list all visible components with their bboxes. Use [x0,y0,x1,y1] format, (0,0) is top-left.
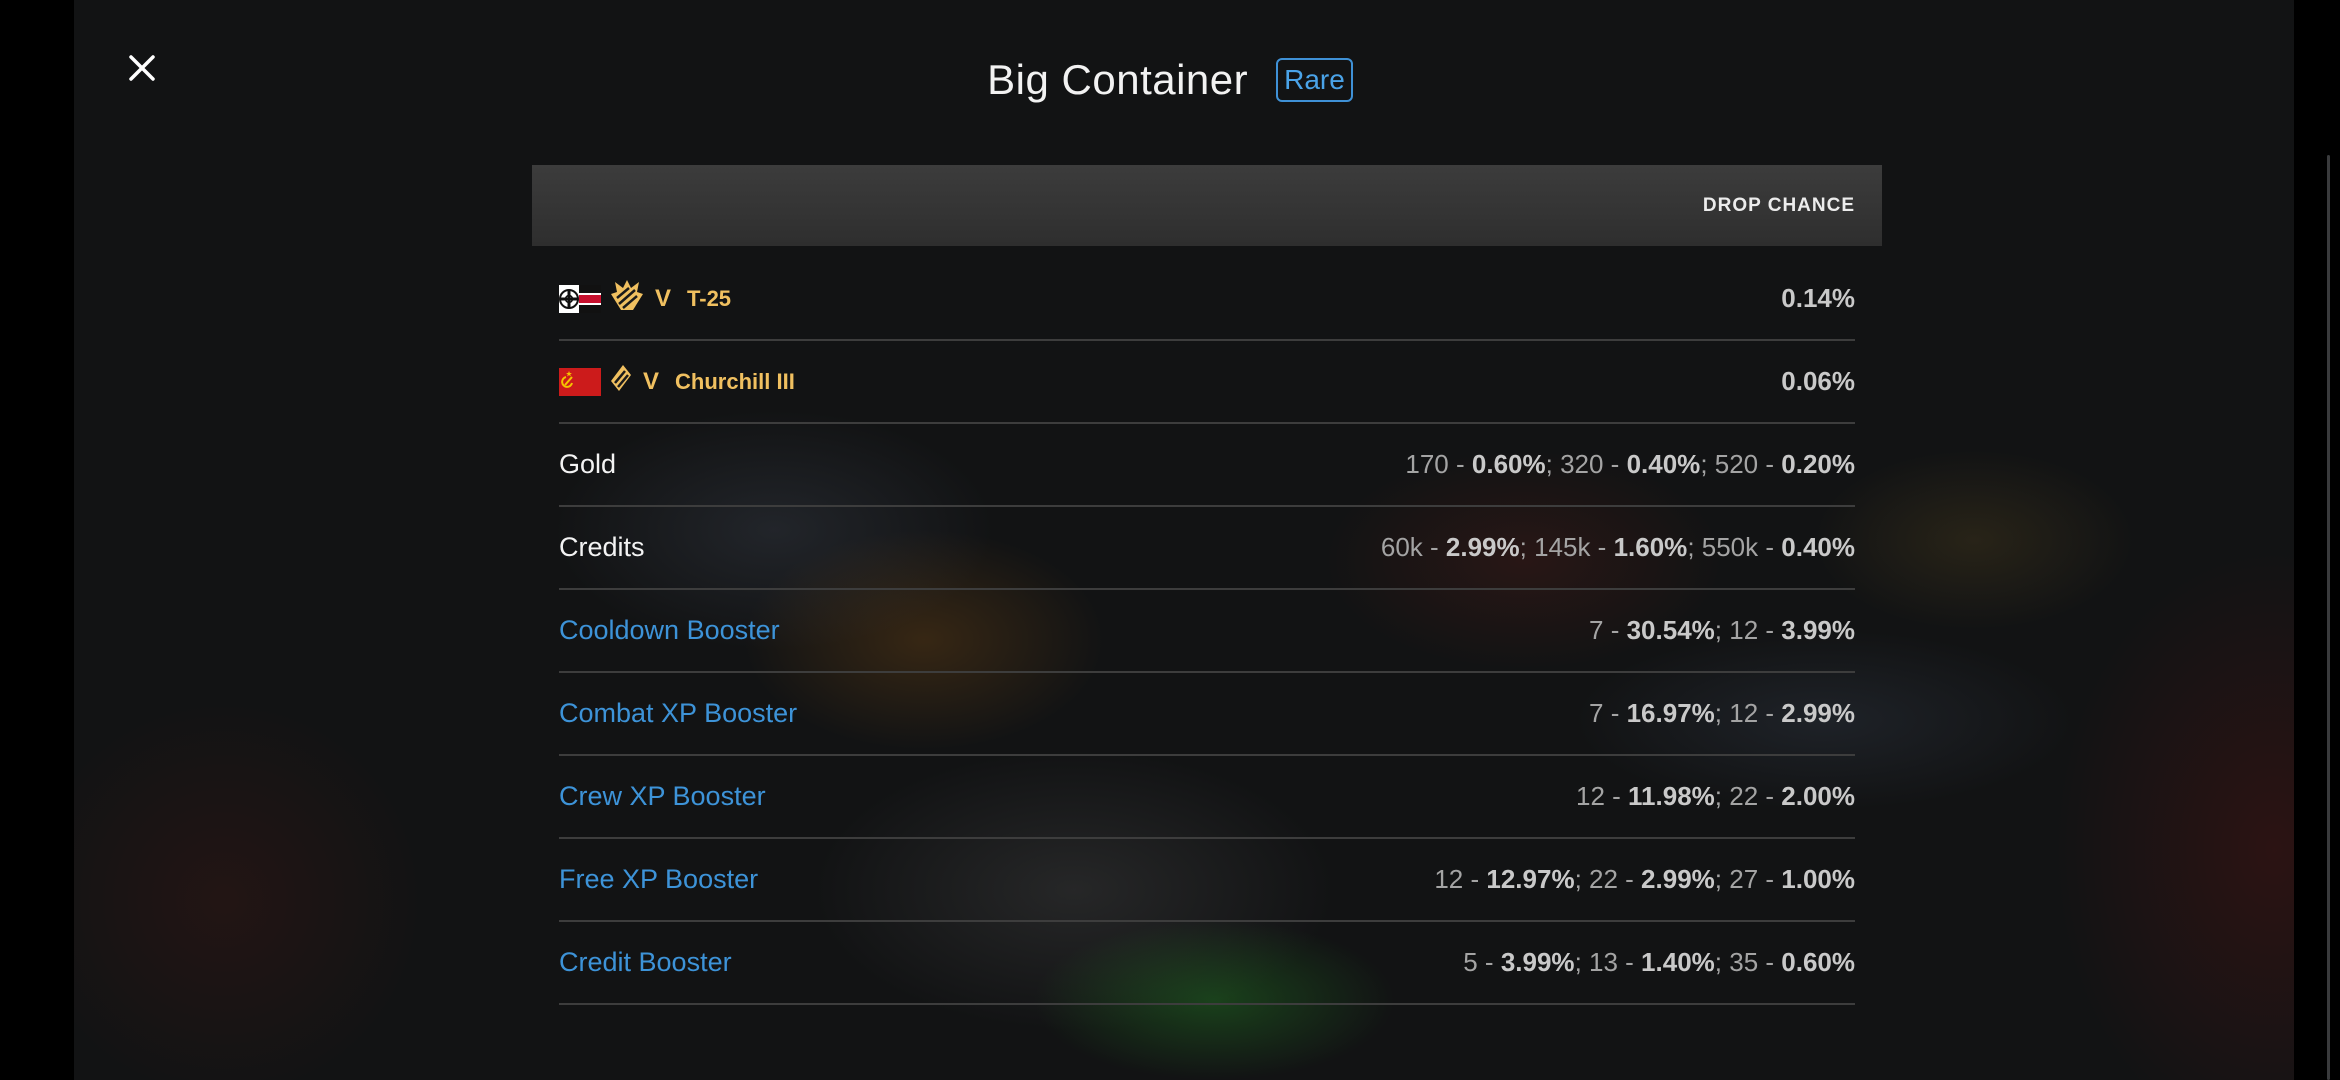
reward-amount: 320 - [1560,449,1627,479]
drop-chance-value: 0.14% [1781,283,1855,314]
table-header: DROP CHANCE [532,165,1882,246]
reward-row[interactable]: Free XP Booster 12 - 12.97%; 22 - 2.99%; … [559,839,1855,922]
separator: ; [1545,449,1561,479]
chance-percent: 2.99% [1781,698,1855,728]
reward-amount: 7 - [1589,698,1627,728]
row-label: Combat XP Booster [559,698,797,729]
reward-amount: 7 - [1589,615,1627,645]
row-label: Free XP Booster [559,864,758,895]
chance-percent: 0.14% [1781,283,1855,313]
reward-amount: 22 - [1589,864,1642,894]
reward-row[interactable]: Gold 170 - 0.60%; 320 - 0.40%; 520 - 0.20… [559,424,1855,507]
reward-amount: 12 - [1729,698,1782,728]
chance-percent: 0.06% [1781,366,1855,396]
reward-row[interactable]: Credit Booster 5 - 3.99%; 13 - 1.40%; 35 … [559,922,1855,1005]
tank-destroyer-class-icon [609,278,645,319]
chance-percent: 11.98% [1628,781,1715,811]
germany-flag-icon [559,284,601,313]
chance-percent: 0.40% [1626,449,1701,479]
tank-name: Churchill III [675,368,795,394]
drop-chance-value: 12 - 12.97%; 22 - 2.99%; 27 - 1.00% [1434,864,1855,895]
dialog-header: Big Container Rare [0,40,2340,120]
reward-name: Free XP Booster [559,864,759,894]
separator: ; [1519,532,1535,562]
reward-amount: 12 - [1576,781,1629,811]
chance-percent: 2.00% [1781,781,1855,811]
drop-chance-value: 7 - 16.97%; 12 - 2.99% [1589,698,1855,729]
chance-percent: 0.60% [1471,449,1546,479]
separator: ; [1714,615,1730,645]
reward-name: Combat XP Booster [559,698,798,728]
tank-row[interactable]: V T-25 0.14% [559,258,1855,341]
chance-percent: 12.97% [1486,864,1575,894]
ussr-flag-icon [559,367,601,396]
drop-chance-value: 170 - 0.60%; 320 - 0.40%; 520 - 0.20% [1405,449,1855,480]
separator: ; [1714,947,1730,977]
row-label: Credit Booster [559,947,732,978]
tank-row[interactable]: V Churchill III 0.06% [559,341,1855,424]
rarity-badge: Rare [1276,58,1353,102]
reward-name: Credit Booster [559,947,732,977]
separator: ; [1714,781,1730,811]
chance-percent: 0.20% [1781,449,1855,479]
chance-percent: 1.40% [1641,947,1715,977]
reward-name: Crew XP Booster [559,781,766,811]
drop-chance-column-header: DROP CHANCE [1702,194,1855,216]
chance-percent: 0.40% [1781,532,1855,562]
reward-amount: 60k - [1380,532,1446,562]
page-title: Big Container [987,56,1249,103]
reward-amount: 22 - [1729,781,1782,811]
drop-chance-value: 12 - 11.98%; 22 - 2.00% [1576,781,1855,812]
reward-row[interactable]: Combat XP Booster 7 - 16.97%; 12 - 2.99% [559,673,1855,756]
reward-amount: 145k - [1534,532,1614,562]
tank-name: T-25 [687,285,732,311]
drop-chance-value: 7 - 30.54%; 12 - 3.99% [1589,615,1855,646]
reward-amount: 520 - [1714,449,1782,479]
row-label: V T-25 [559,278,731,319]
chance-percent: 1.00% [1781,864,1855,894]
reward-row[interactable]: Cooldown Booster 7 - 30.54%; 12 - 3.99% [559,590,1855,673]
row-label: Credits [559,532,645,563]
reward-amount: 550k - [1701,532,1782,562]
reward-amount: 5 - [1463,947,1501,977]
drop-chance-value: 5 - 3.99%; 13 - 1.40%; 35 - 0.60% [1463,947,1855,978]
row-label: V Churchill III [559,363,795,400]
reward-name: Cooldown Booster [559,615,780,645]
reward-amount: 13 - [1589,947,1642,977]
separator: ; [1700,449,1715,479]
heavy-tank-class-icon [609,363,633,400]
reward-amount: 27 - [1729,864,1782,894]
reward-name: Gold [559,449,617,479]
separator: ; [1714,698,1730,728]
drop-chance-value: 60k - 2.99%; 145k - 1.60%; 550k - 0.40% [1381,532,1855,563]
chance-percent: 3.99% [1500,947,1575,977]
reward-row[interactable]: Credits 60k - 2.99%; 145k - 1.60%; 550k -… [559,507,1855,590]
reward-amount: 35 - [1729,947,1782,977]
reward-amount: 12 - [1729,615,1782,645]
separator: ; [1714,864,1730,894]
scrollbar[interactable] [2327,155,2330,1080]
chance-percent: 2.99% [1445,532,1520,562]
chance-percent: 30.54% [1626,615,1715,645]
reward-amount: 170 - [1405,449,1472,479]
reward-name: Credits [559,532,645,562]
chance-percent: 16.97% [1626,698,1715,728]
reward-amount: 12 - [1434,864,1487,894]
row-label: Crew XP Booster [559,781,766,812]
tank-tier: V [655,284,672,312]
row-label: Gold [559,449,616,480]
chance-percent: 3.99% [1781,615,1855,645]
chance-percent: 1.60% [1613,532,1688,562]
drop-table: V T-25 0.14% V Churchill III 0.06% Gold 170 - 0… [559,258,1855,1005]
reward-row[interactable]: Crew XP Booster 12 - 11.98%; 22 - 2.00% [559,756,1855,839]
drop-chance-value: 0.06% [1781,366,1855,397]
separator: ; [1574,864,1590,894]
row-label: Cooldown Booster [559,615,780,646]
separator: ; [1574,947,1590,977]
chance-percent: 0.60% [1781,947,1855,977]
tank-tier: V [643,367,660,395]
chance-percent: 2.99% [1641,864,1715,894]
separator: ; [1687,532,1702,562]
